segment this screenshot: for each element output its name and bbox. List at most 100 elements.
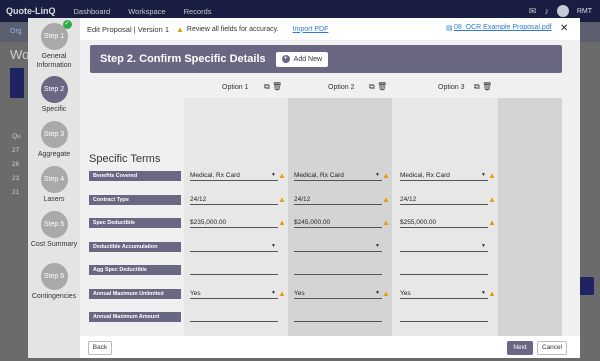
step-circle: Step 2	[40, 76, 68, 103]
trash-icon[interactable]: 🗑	[377, 82, 387, 91]
field-value: $245,000.00	[294, 219, 331, 226]
chevron-down-icon: ▼	[271, 242, 276, 249]
select-field[interactable]: Yes ▼	[294, 289, 382, 299]
step-circle: Step 6	[40, 263, 68, 290]
trash-icon[interactable]: 🗑	[272, 82, 282, 91]
modal-footer: Back Next Cancel	[80, 336, 580, 358]
nav-dashboard[interactable]: Dashboard	[74, 7, 111, 16]
close-icon[interactable]: ✕	[560, 23, 568, 34]
warning-icon: ▲	[382, 288, 390, 298]
select-field[interactable]: Yes ▼	[400, 289, 488, 299]
select-field[interactable]: ▼	[400, 242, 488, 252]
bell-icon[interactable]: ♪	[544, 6, 549, 16]
input-field[interactable]: $245,000.00	[294, 218, 382, 228]
select-field[interactable]: Medical, Rx Card ▼	[294, 171, 382, 181]
row-label: Annual Maximum Amount	[89, 312, 181, 322]
chevron-down-icon: ▼	[375, 172, 380, 178]
chevron-down-icon: ▼	[375, 242, 380, 249]
cancel-button[interactable]: Cancel	[537, 341, 567, 355]
chevron-down-icon: ▼	[375, 289, 380, 296]
option-3-header: Option 3	[438, 84, 465, 91]
next-button[interactable]: Next	[507, 341, 533, 355]
back-button[interactable]: Back	[88, 341, 112, 355]
row-label: Benefits Covered	[89, 171, 181, 181]
select-field[interactable]: Medical, Rx Card ▼	[190, 171, 278, 181]
select-field[interactable]: Yes ▼	[190, 289, 278, 299]
option-1-actions: ⧉ 🗑	[264, 82, 282, 92]
copy-icon[interactable]: ⧉	[264, 82, 270, 91]
avatar[interactable]	[556, 5, 569, 17]
warning-icon: ▲	[382, 194, 390, 204]
option-1-header: Option 1	[222, 84, 249, 91]
trash-icon[interactable]: 🗑	[482, 82, 492, 91]
plus-icon: +	[281, 55, 290, 63]
empty-column	[498, 98, 562, 352]
input-field[interactable]	[400, 312, 488, 322]
nav-workspace[interactable]: Workspace	[128, 7, 165, 16]
field-value: Medical, Rx Card	[190, 172, 240, 179]
row-label: Deductible Accumulation	[89, 241, 181, 252]
input-field[interactable]	[400, 265, 488, 275]
step-heading: Step 2. Confirm Specific Details	[100, 53, 266, 65]
step-number: Step 4	[43, 176, 65, 183]
select-field[interactable]: ▼	[190, 242, 278, 252]
input-field[interactable]: 24/12	[190, 195, 278, 205]
step-number: Step 3	[43, 131, 65, 138]
bg-side-list: Qu 27 26 23 21	[12, 130, 21, 200]
check-icon: ✓	[62, 20, 72, 29]
input-field[interactable]: $255,000.00	[400, 218, 488, 228]
bg-side-item: 27	[12, 147, 20, 154]
step-circle: Step 1 ✓	[40, 20, 72, 50]
select-field[interactable]: Medical, Rx Card ▼	[400, 171, 488, 181]
step-number: Step 1	[43, 33, 65, 40]
row-label: Contract Type	[89, 194, 181, 205]
add-new-label: Add New	[293, 55, 323, 63]
step-6[interactable]: Step 6 Contingencies	[28, 263, 80, 301]
chevron-down-icon: ▼	[481, 242, 486, 249]
step-1[interactable]: Step 1 ✓ General Information	[28, 20, 80, 70]
nav-records[interactable]: Records	[184, 7, 212, 16]
row-label: Annual Maximum Unlimited	[89, 288, 181, 299]
warning-icon: ▲	[488, 171, 496, 180]
step-5[interactable]: Step 5 Cost Summary	[28, 211, 80, 249]
input-field[interactable]: 24/12	[294, 195, 382, 205]
field-value: Medical, Rx Card	[294, 172, 344, 179]
select-field[interactable]: ▼	[294, 242, 382, 252]
import-pdf-link[interactable]: Import PDF	[293, 26, 329, 33]
document-icon: ▤	[446, 25, 453, 32]
document-link[interactable]: 08_OCR Example Proposal.pdf	[454, 24, 552, 31]
step-label: Specific	[41, 106, 67, 113]
warning-icon: ▲	[382, 218, 390, 227]
warning-icon: ▲	[488, 218, 496, 227]
copy-icon[interactable]: ⧉	[369, 82, 375, 91]
field-value: Medical, Rx Card	[400, 172, 450, 179]
option-3-actions: ⧉ 🗑	[474, 82, 492, 92]
app-logo: Quote-LinQ	[6, 6, 56, 16]
step-number: Step 2	[43, 86, 65, 93]
warning-icon: ▲	[278, 171, 286, 180]
step-label: Lasers	[43, 196, 65, 203]
bg-side-item: 23	[12, 175, 20, 182]
step-number: Step 5	[43, 221, 65, 228]
warning-icon: ▲	[278, 194, 286, 204]
copy-icon[interactable]: ⧉	[474, 82, 480, 91]
input-field[interactable]: 24/12	[400, 195, 488, 205]
step-4[interactable]: Step 4 Lasers	[28, 166, 80, 204]
input-field[interactable]	[294, 312, 382, 322]
step-3[interactable]: Step 3 Aggregate	[28, 121, 80, 159]
input-field[interactable]	[190, 265, 278, 275]
chevron-down-icon: ▼	[271, 289, 276, 296]
input-field[interactable]: $235,000.00	[190, 218, 278, 228]
bg-page-title: Wo	[10, 47, 30, 62]
modal-title: Edit Proposal | Version 1	[87, 24, 169, 34]
add-new-button[interactable]: + Add New	[275, 51, 329, 67]
input-field[interactable]	[294, 265, 382, 275]
stepper: Step 1 ✓ General Information Step 2 Spec…	[28, 18, 80, 358]
org-link[interactable]: Org	[10, 28, 22, 35]
option-2-header: Option 2	[328, 84, 355, 91]
mail-icon[interactable]: ✉	[529, 6, 537, 17]
input-field[interactable]	[190, 312, 278, 322]
warning-icon: ▲	[488, 288, 496, 298]
edit-proposal-modal: Step 1 ✓ General Information Step 2 Spec…	[28, 18, 580, 358]
step-2[interactable]: Step 2 Specific	[28, 76, 80, 114]
